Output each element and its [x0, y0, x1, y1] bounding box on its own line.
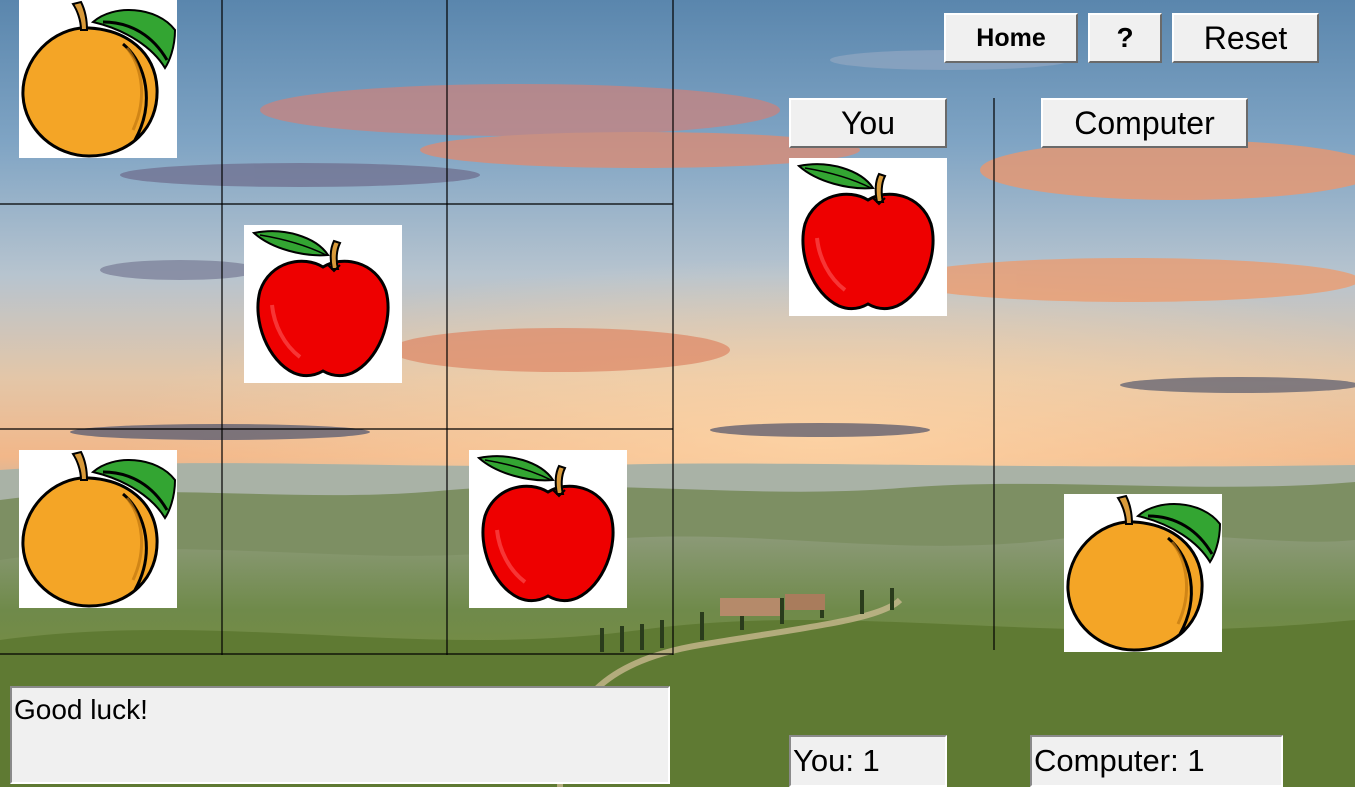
apple-icon [789, 158, 947, 316]
apple-icon[interactable] [244, 225, 402, 383]
board-cell-0-1[interactable] [223, 0, 447, 204]
peach-icon[interactable] [19, 450, 177, 608]
home-button[interactable]: Home [944, 13, 1078, 63]
you-player-label: You [789, 98, 947, 148]
apple-icon[interactable] [469, 450, 627, 608]
board-cell-2-1[interactable] [223, 430, 447, 654]
board-cell-0-2[interactable] [448, 0, 673, 204]
help-button[interactable]: ? [1088, 13, 1162, 63]
status-message: Good luck! [10, 686, 670, 784]
reset-button[interactable]: Reset [1172, 13, 1319, 63]
game-window: Home ? Reset You Computer Good luck! You… [0, 0, 1355, 787]
computer-player-label: Computer [1041, 98, 1248, 148]
board-cell-1-0[interactable] [0, 205, 222, 429]
board-cell-1-2[interactable] [448, 205, 673, 429]
peach-icon [1064, 494, 1222, 652]
you-score: You: 1 [789, 735, 947, 787]
peach-icon[interactable] [19, 0, 177, 158]
computer-score: Computer: 1 [1030, 735, 1283, 787]
